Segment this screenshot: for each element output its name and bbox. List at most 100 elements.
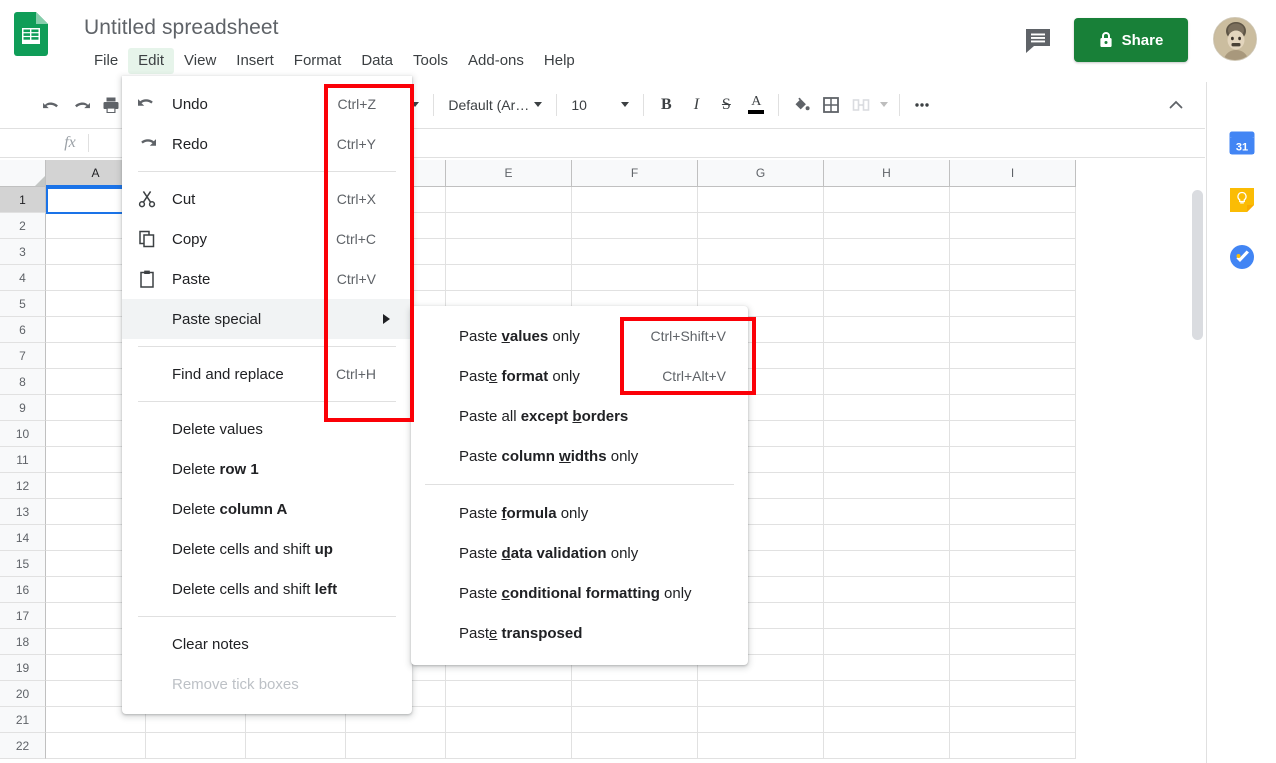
cell-G2[interactable] xyxy=(698,213,824,239)
row-header-1[interactable]: 1 xyxy=(0,187,46,213)
row-header-19[interactable]: 19 xyxy=(0,655,46,681)
italic-button[interactable]: I xyxy=(681,90,711,120)
cell-I4[interactable] xyxy=(950,265,1076,291)
submenu-item-paste-column-widths-only[interactable]: Paste column widths only xyxy=(411,436,748,476)
cell-H6[interactable] xyxy=(824,317,950,343)
cell-H18[interactable] xyxy=(824,629,950,655)
cell-E3[interactable] xyxy=(446,239,572,265)
text-color-button[interactable]: A xyxy=(741,90,771,120)
menu-item-cut[interactable]: Cut Ctrl+X xyxy=(122,179,412,219)
menu-item-delete-row[interactable]: Delete row 1 xyxy=(122,449,412,489)
collapse-toolbar-button[interactable] xyxy=(1161,90,1191,120)
borders-button[interactable] xyxy=(816,90,846,120)
cell-I3[interactable] xyxy=(950,239,1076,265)
column-header-h[interactable]: H xyxy=(824,160,950,187)
cell-F3[interactable] xyxy=(572,239,698,265)
document-title[interactable]: Untitled spreadsheet xyxy=(84,16,279,40)
cell-I22[interactable] xyxy=(950,733,1076,759)
submenu-item-paste-data-validation-only[interactable]: Paste data validation only xyxy=(411,533,748,573)
row-header-22[interactable]: 22 xyxy=(0,733,46,759)
row-header-20[interactable]: 20 xyxy=(0,681,46,707)
submenu-item-paste-conditional-formatting-only[interactable]: Paste conditional formatting only xyxy=(411,573,748,613)
menu-tools[interactable]: Tools xyxy=(403,48,458,74)
row-header-3[interactable]: 3 xyxy=(0,239,46,265)
menu-item-delete-values[interactable]: Delete values xyxy=(122,409,412,449)
row-header-4[interactable]: 4 xyxy=(0,265,46,291)
cell-I14[interactable] xyxy=(950,525,1076,551)
more-options-button[interactable] xyxy=(907,90,937,120)
cell-G1[interactable] xyxy=(698,187,824,213)
avatar[interactable] xyxy=(1213,17,1257,61)
cell-F2[interactable] xyxy=(572,213,698,239)
cell-H20[interactable] xyxy=(824,681,950,707)
cell-I15[interactable] xyxy=(950,551,1076,577)
submenu-item-paste-all-except-borders[interactable]: Paste all except borders xyxy=(411,396,748,436)
cell-H3[interactable] xyxy=(824,239,950,265)
cell-H10[interactable] xyxy=(824,421,950,447)
column-header-i[interactable]: I xyxy=(950,160,1076,187)
row-header-21[interactable]: 21 xyxy=(0,707,46,733)
row-header-2[interactable]: 2 xyxy=(0,213,46,239)
row-header-6[interactable]: 6 xyxy=(0,317,46,343)
cell-G3[interactable] xyxy=(698,239,824,265)
cell-H8[interactable] xyxy=(824,369,950,395)
cell-I8[interactable] xyxy=(950,369,1076,395)
cell-H12[interactable] xyxy=(824,473,950,499)
merge-cells-button[interactable] xyxy=(846,90,876,120)
row-header-11[interactable]: 11 xyxy=(0,447,46,473)
cell-C22[interactable] xyxy=(246,733,346,759)
cell-H4[interactable] xyxy=(824,265,950,291)
cell-I10[interactable] xyxy=(950,421,1076,447)
menu-file[interactable]: File xyxy=(84,48,128,74)
select-all-corner[interactable] xyxy=(0,160,46,187)
cell-H5[interactable] xyxy=(824,291,950,317)
row-header-5[interactable]: 5 xyxy=(0,291,46,317)
row-header-16[interactable]: 16 xyxy=(0,577,46,603)
menu-item-find-and-replace[interactable]: Find and replace Ctrl+H xyxy=(122,354,412,394)
row-header-10[interactable]: 10 xyxy=(0,421,46,447)
cell-E4[interactable] xyxy=(446,265,572,291)
cell-F1[interactable] xyxy=(572,187,698,213)
font-size-selector[interactable]: 10 xyxy=(564,91,636,119)
menu-data[interactable]: Data xyxy=(351,48,403,74)
fill-color-button[interactable] xyxy=(786,90,816,120)
cell-E2[interactable] xyxy=(446,213,572,239)
menu-insert[interactable]: Insert xyxy=(226,48,284,74)
name-box[interactable] xyxy=(0,129,52,157)
google-keep-icon[interactable] xyxy=(1229,187,1255,213)
column-header-e[interactable]: E xyxy=(446,160,572,187)
cell-I20[interactable] xyxy=(950,681,1076,707)
menu-format[interactable]: Format xyxy=(284,48,352,74)
menu-view[interactable]: View xyxy=(174,48,226,74)
row-header-17[interactable]: 17 xyxy=(0,603,46,629)
font-family-selector[interactable]: Default (Ari... xyxy=(441,91,549,119)
row-header-8[interactable]: 8 xyxy=(0,369,46,395)
cell-I17[interactable] xyxy=(950,603,1076,629)
menu-edit[interactable]: Edit xyxy=(128,48,174,74)
google-calendar-icon[interactable]: 31 xyxy=(1229,130,1255,156)
cell-F4[interactable] xyxy=(572,265,698,291)
comment-icon[interactable] xyxy=(1022,24,1054,56)
cell-H2[interactable] xyxy=(824,213,950,239)
vertical-scrollbar[interactable] xyxy=(1192,190,1203,340)
cell-G21[interactable] xyxy=(698,707,824,733)
cell-I2[interactable] xyxy=(950,213,1076,239)
cell-G22[interactable] xyxy=(698,733,824,759)
cell-I19[interactable] xyxy=(950,655,1076,681)
menu-item-clear-notes[interactable]: Clear notes xyxy=(122,624,412,664)
menu-item-copy[interactable]: Copy Ctrl+C xyxy=(122,219,412,259)
row-header-12[interactable]: 12 xyxy=(0,473,46,499)
undo-button[interactable] xyxy=(36,90,66,120)
merge-cells-dropdown[interactable] xyxy=(876,90,892,120)
cell-I16[interactable] xyxy=(950,577,1076,603)
cell-H14[interactable] xyxy=(824,525,950,551)
menu-item-paste[interactable]: Paste Ctrl+V xyxy=(122,259,412,299)
cell-I11[interactable] xyxy=(950,447,1076,473)
google-tasks-icon[interactable] xyxy=(1229,244,1255,270)
cell-H13[interactable] xyxy=(824,499,950,525)
cell-H15[interactable] xyxy=(824,551,950,577)
cell-B22[interactable] xyxy=(146,733,246,759)
cell-I13[interactable] xyxy=(950,499,1076,525)
cell-I9[interactable] xyxy=(950,395,1076,421)
menu-item-delete-column[interactable]: Delete column A xyxy=(122,489,412,529)
